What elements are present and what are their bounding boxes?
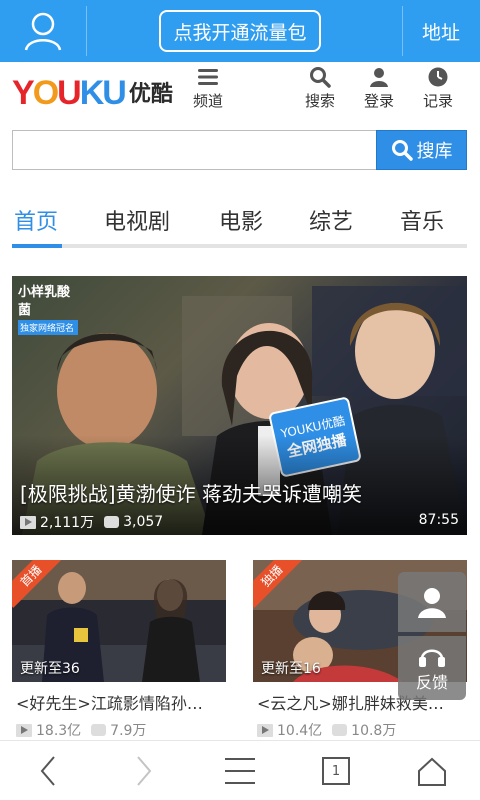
hero-meta: 2,111万 3,057 (20, 512, 163, 532)
show-logo: 小样乳酸菌 独家网络冠名 (18, 284, 78, 335)
chevron-left-icon (40, 756, 55, 786)
user-avatar-button[interactable] (0, 0, 86, 62)
search-nav-label: 搜索 (304, 92, 335, 110)
back-button[interactable] (18, 751, 78, 791)
data-plan-promo-button[interactable]: 点我开通流量包 (159, 10, 321, 52)
channels-label: 频道 (192, 92, 223, 110)
user-icon (370, 68, 388, 87)
card-title: <好先生>江疏影情陷孙… (16, 694, 203, 713)
play-count-icon (20, 515, 36, 529)
chevron-right-icon (137, 756, 152, 786)
logo-text: YOUKU (12, 74, 127, 112)
browser-top-bar: 点我开通流量包 地址 (0, 0, 480, 62)
tab-music[interactable]: 音乐 (400, 204, 444, 236)
feedback-label: 反馈 (415, 673, 448, 692)
search-nav-button[interactable]: 搜索 (292, 66, 348, 114)
comment-icon (332, 724, 348, 736)
menu-icon (225, 758, 255, 784)
hero-title: [极限挑战]黄渤使诈 蒋劲夫哭诉遭嘲笑 (20, 482, 362, 506)
card-play-count: 10.4亿 (277, 723, 323, 739)
tab-home[interactable]: 首页 (14, 204, 58, 236)
tab-count: 1 (331, 763, 341, 779)
card-play-count: 18.3亿 (36, 723, 82, 739)
tab-tv-series[interactable]: 电视剧 (104, 204, 170, 236)
tab-movies[interactable]: 电影 (219, 204, 263, 236)
update-status: 更新至36 (20, 661, 80, 677)
comment-icon (91, 724, 107, 736)
card-comment-count: 7.9万 (110, 723, 147, 739)
site-header: YOUKU 优酷 频道 搜索 登录 记录 (0, 62, 480, 116)
login-label: 登录 (363, 92, 394, 110)
play-count-icon (16, 723, 32, 737)
logo-cn: 优酷 (128, 82, 173, 107)
history-label: 记录 (422, 92, 453, 110)
search-icon (391, 140, 413, 161)
search-input[interactable] (12, 130, 377, 170)
channels-button[interactable]: 频道 (180, 66, 236, 114)
featured-video[interactable]: 小样乳酸菌 独家网络冠名 YOUKU优酷 全网独播 [极限挑战]黄渤使诈 蒋劲夫… (12, 276, 467, 535)
video-card[interactable]: 首播 更新至36 <好先生>江疏影情陷孙… 18.3亿 7.9万 (12, 560, 226, 740)
forward-button[interactable] (114, 751, 174, 791)
hero-comment-count: 3,057 (123, 514, 164, 530)
channel-tabs: 首页 电视剧 电影 综艺 音乐 (0, 196, 480, 248)
show-logo-sub: 独家网络冠名 (18, 320, 78, 335)
tabs-button[interactable]: 1 (306, 751, 366, 791)
card-meta: 18.3亿 7.9万 (16, 720, 146, 740)
card-comment-count: 10.8万 (351, 723, 397, 739)
hero-duration: 87:55 (418, 512, 459, 528)
youku-logo[interactable]: YOUKU 优酷 (12, 70, 173, 110)
tab-underline (12, 244, 467, 248)
menu-icon (198, 69, 218, 85)
login-button[interactable]: 登录 (351, 66, 407, 114)
update-status: 更新至16 (261, 661, 321, 677)
history-button[interactable]: 记录 (410, 66, 466, 114)
comment-icon (104, 516, 120, 528)
home-button[interactable] (402, 751, 462, 791)
play-count-icon (257, 723, 273, 737)
search-button-label: 搜库 (416, 141, 453, 162)
show-logo-text: 小样乳酸菌 (18, 285, 71, 318)
user-icon (418, 588, 446, 618)
search-button[interactable]: 搜库 (376, 130, 467, 170)
browser-bottom-bar: 1 (0, 740, 480, 800)
user-icon (24, 12, 62, 51)
home-icon (418, 757, 446, 786)
card-meta: 10.4亿 10.8万 (257, 720, 396, 740)
hero-play-count: 2,111万 (40, 515, 95, 531)
headset-icon (419, 649, 445, 667)
active-tab-indicator (12, 244, 62, 248)
clock-icon (428, 67, 448, 87)
tab-variety[interactable]: 综艺 (309, 204, 353, 236)
tab-count-icon: 1 (322, 757, 350, 785)
feedback-button[interactable]: 反馈 (398, 636, 466, 700)
search-bar: 搜库 (12, 130, 467, 170)
card-thumbnail: 首播 更新至36 (12, 560, 226, 682)
floating-user-button[interactable] (398, 572, 466, 632)
divider (86, 6, 87, 56)
search-icon (310, 67, 331, 88)
menu-button[interactable] (210, 751, 270, 791)
address-button[interactable]: 地址 (402, 0, 480, 62)
